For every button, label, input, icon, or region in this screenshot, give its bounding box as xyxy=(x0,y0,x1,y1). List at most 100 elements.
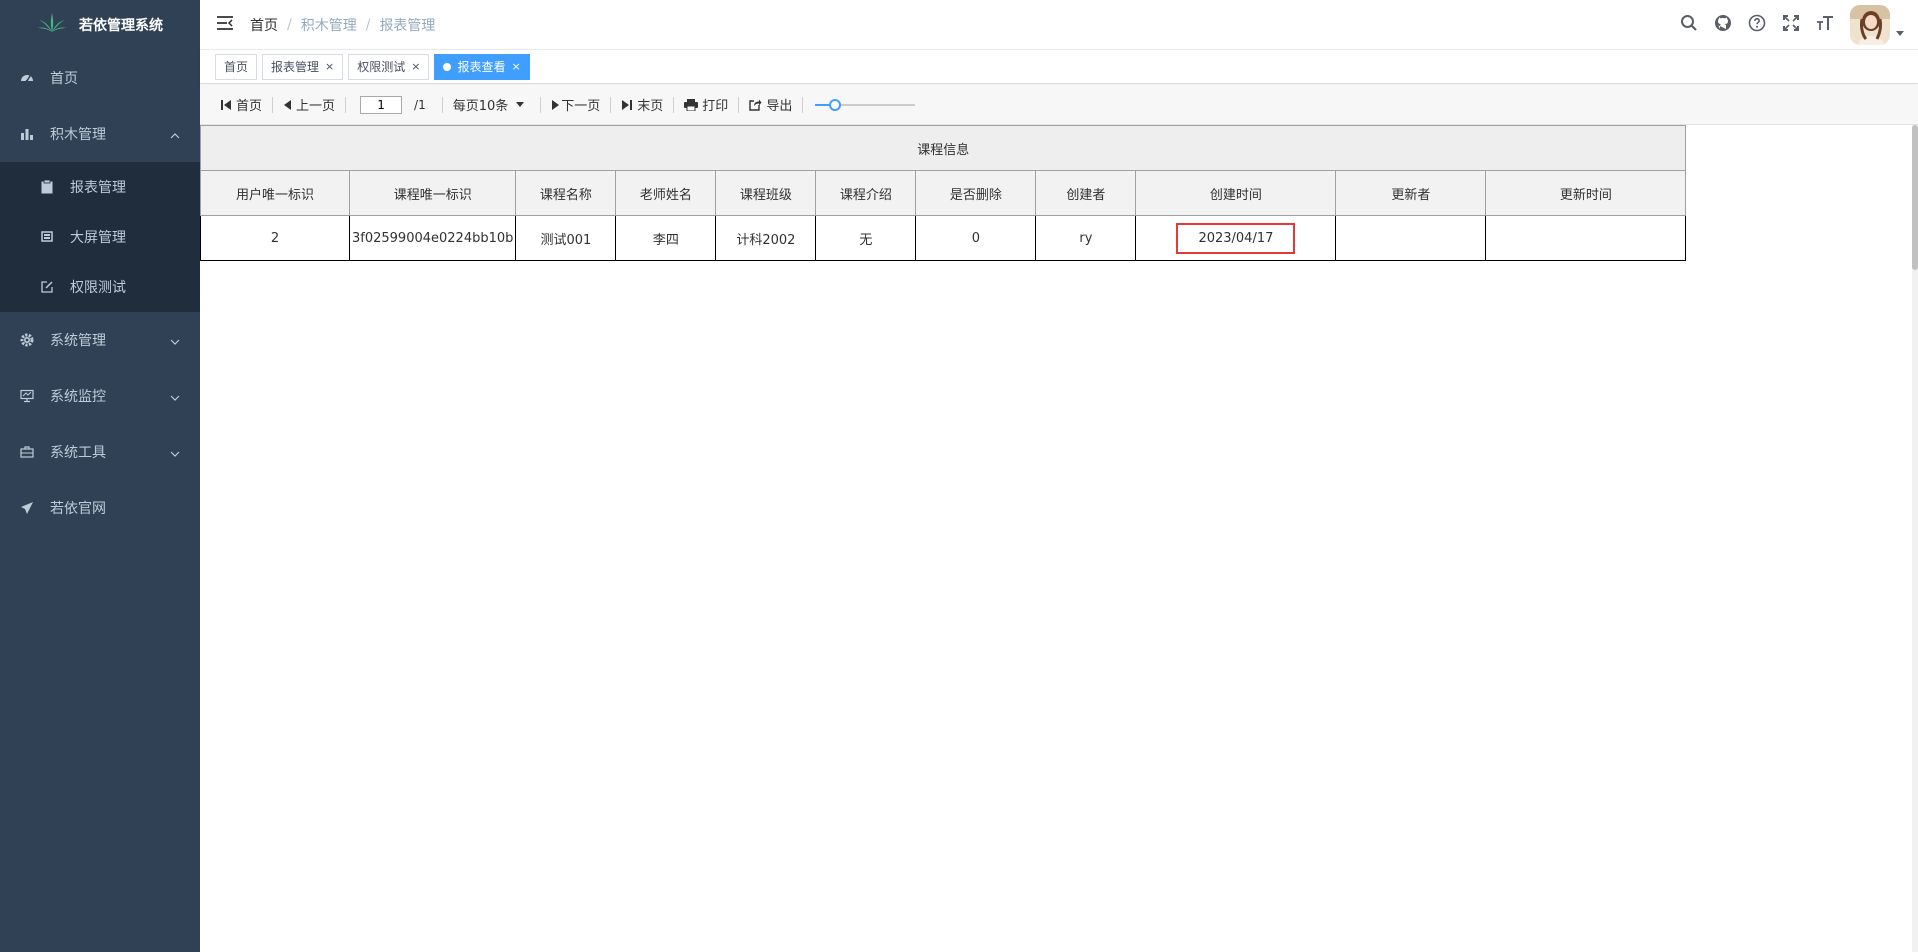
print-button[interactable]: 打印 xyxy=(678,93,734,117)
table-cell: 无 xyxy=(815,215,917,261)
table-cell: 李四 xyxy=(615,215,717,261)
sidebar-item-permission-test[interactable]: 权限测试 xyxy=(0,262,200,312)
report-title: 课程信息 xyxy=(199,125,1687,171)
column-header: 创建者 xyxy=(1035,170,1137,216)
column-header: 更新者 xyxy=(1335,170,1487,216)
sidebar-item-system-manage[interactable]: 系统管理 xyxy=(0,312,200,368)
table-cell: 计科2002 xyxy=(715,215,817,261)
caret-down-icon xyxy=(1896,22,1904,41)
last-page-icon xyxy=(621,99,633,111)
first-page-button[interactable]: 首页 xyxy=(214,93,268,117)
table-cell: 测试001 xyxy=(515,215,617,261)
hamburger-button[interactable] xyxy=(200,0,250,50)
sidebar-item-label: 系统工具 xyxy=(50,445,106,461)
toolbar-divider xyxy=(441,96,443,113)
sidebar-item-system-tools[interactable]: 系统工具 xyxy=(0,424,200,480)
zoom-slider-handle[interactable] xyxy=(828,98,841,111)
export-button[interactable]: 导出 xyxy=(743,93,798,117)
last-page-button[interactable]: 末页 xyxy=(615,93,669,117)
fullscreen-icon xyxy=(1782,14,1800,36)
font-size-button[interactable] xyxy=(1808,0,1842,50)
sidebar-item-ruoyi-site[interactable]: 若依官网 xyxy=(0,480,200,536)
column-header: 课程唯一标识 xyxy=(348,170,517,216)
active-dot xyxy=(443,62,452,71)
close-icon[interactable]: × xyxy=(411,55,420,79)
zoom-slider[interactable] xyxy=(815,97,916,113)
tag-label: 报表管理 xyxy=(271,59,320,74)
sidebar-item-label: 系统管理 xyxy=(50,333,106,349)
next-page-button[interactable]: 下一页 xyxy=(545,93,606,117)
page-number-input[interactable] xyxy=(360,95,403,114)
column-header: 老师姓名 xyxy=(615,170,717,216)
column-header: 更新时间 xyxy=(1485,170,1687,216)
column-header: 是否删除 xyxy=(915,170,1037,216)
sidebar-item-jimu[interactable]: 积木管理 xyxy=(0,106,200,162)
sidebar: 若依管理系统 首页 积木管理 报表管理 大屏管理 权限测试 系统管理 系统监控 … xyxy=(0,0,200,952)
tags-view: 首页 报表管理 × 权限测试 × 报表查看 × xyxy=(200,50,1918,84)
vertical-scrollbar[interactable] xyxy=(1912,125,1918,952)
logo-text: 若依管理系统 xyxy=(79,18,163,34)
sidebar-item-home[interactable]: 首页 xyxy=(0,50,200,106)
breadcrumb: 首页 / 积木管理 / 报表管理 xyxy=(250,15,435,35)
chart-icon xyxy=(20,127,34,141)
page-size-select[interactable]: 每页10条 xyxy=(447,93,531,117)
navbar: 首页 / 积木管理 / 报表管理 xyxy=(200,0,1918,50)
close-icon[interactable]: × xyxy=(325,55,334,79)
caret-down-icon xyxy=(516,102,525,107)
tag-label: 报表查看 xyxy=(457,59,506,74)
sidebar-item-label: 权限测试 xyxy=(70,280,126,296)
table-cell: 3f02599004e0224bb10b xyxy=(348,215,517,261)
tag-label: 权限测试 xyxy=(357,59,406,74)
menu-fold-icon xyxy=(216,15,234,35)
chevron-down-icon xyxy=(170,335,180,345)
column-header: 课程介绍 xyxy=(815,170,917,216)
github-button[interactable] xyxy=(1706,0,1740,50)
logo-icon xyxy=(37,12,67,38)
sidebar-item-report-manage[interactable]: 报表管理 xyxy=(0,162,200,212)
sidebar-item-system-monitor[interactable]: 系统监控 xyxy=(0,368,200,424)
chevron-up-icon xyxy=(170,129,180,139)
help-button[interactable] xyxy=(1740,0,1774,50)
tag-report-manage[interactable]: 报表管理 × xyxy=(262,53,344,80)
toolbar-divider xyxy=(272,96,274,113)
sidebar-item-label: 系统监控 xyxy=(50,389,106,405)
table-cell: 2 xyxy=(200,215,350,261)
tag-label: 首页 xyxy=(224,59,249,74)
submenu-jimu: 报表管理 大屏管理 权限测试 xyxy=(0,162,200,312)
tag-report-view[interactable]: 报表查看 × xyxy=(434,53,530,80)
monitor-icon xyxy=(20,389,34,403)
sidebar-item-screen-manage[interactable]: 大屏管理 xyxy=(0,212,200,262)
table-cell: 2023/04/17 xyxy=(1135,215,1337,261)
toolbar-divider xyxy=(802,96,804,113)
export-label: 导出 xyxy=(766,99,793,114)
user-avatar-dropdown[interactable] xyxy=(1850,5,1904,45)
toolbox-icon xyxy=(20,445,34,459)
column-header: 课程班级 xyxy=(715,170,817,216)
tag-home[interactable]: 首页 xyxy=(215,53,258,80)
sidebar-logo[interactable]: 若依管理系统 xyxy=(0,0,200,50)
breadcrumb-home[interactable]: 首页 xyxy=(250,15,278,35)
first-page-icon xyxy=(220,99,232,111)
font-size-icon xyxy=(1816,14,1834,36)
sidebar-item-label: 大屏管理 xyxy=(70,230,126,246)
sidebar-item-label: 首页 xyxy=(50,71,78,87)
toolbar-divider xyxy=(673,96,675,113)
prev-page-button[interactable]: 上一页 xyxy=(277,93,341,117)
breadcrumb-separator: / xyxy=(287,16,292,33)
search-button[interactable] xyxy=(1672,0,1706,50)
tag-permission-test[interactable]: 权限测试 × xyxy=(348,53,430,80)
breadcrumb-report-manage: 报表管理 xyxy=(379,17,436,34)
dashboard-icon xyxy=(20,71,34,85)
export-icon xyxy=(749,98,762,111)
fullscreen-button[interactable] xyxy=(1774,0,1808,50)
navbar-right-menu xyxy=(1672,0,1918,50)
table-cell: ry xyxy=(1035,215,1137,261)
page-size-label: 每页10条 xyxy=(452,99,509,114)
sidebar-item-label: 报表管理 xyxy=(70,180,126,196)
table-cell xyxy=(1335,215,1487,261)
app-root: 若依管理系统 首页 积木管理 报表管理 大屏管理 权限测试 系统管理 系统监控 … xyxy=(0,0,1918,952)
scrollbar-thumb[interactable] xyxy=(1912,125,1918,270)
first-page-label: 首页 xyxy=(236,99,263,114)
report-body: 2 3f02599004e0224bb10b 测试001 李四 计科2002 无 0 ry 20… xyxy=(200,215,1687,261)
close-icon[interactable]: × xyxy=(512,55,521,79)
